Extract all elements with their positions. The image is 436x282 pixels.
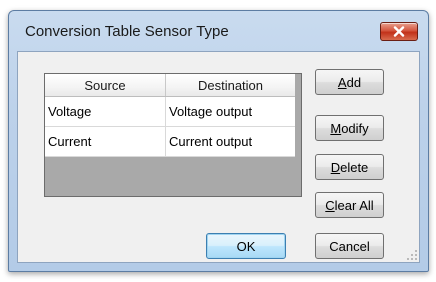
add-button[interactable]: Add (315, 69, 384, 95)
ok-button[interactable]: OK (206, 233, 286, 259)
conversion-table[interactable]: Source Destination Voltage Voltage outpu… (44, 73, 302, 197)
cancel-button[interactable]: Cancel (315, 233, 384, 259)
add-button-accel: A (337, 74, 347, 90)
column-header-source[interactable]: Source (45, 74, 166, 96)
dialog-client-area: Source Destination Voltage Voltage outpu… (17, 51, 420, 263)
clear-all-button-accel: C (325, 197, 335, 213)
clear-all-button-label: lear All (334, 197, 374, 213)
close-icon (393, 26, 405, 37)
modify-button[interactable]: Modify (315, 115, 384, 141)
table-row[interactable]: Current Current output (45, 127, 295, 157)
window-title: Conversion Table Sensor Type (25, 23, 229, 40)
delete-button[interactable]: Delete (315, 154, 384, 180)
delete-button-label: elete (340, 159, 369, 175)
delete-button-accel: D (330, 159, 341, 175)
table-row[interactable]: Voltage Voltage output (45, 97, 295, 127)
column-header-destination[interactable]: Destination (166, 74, 295, 96)
modify-button-accel: M (330, 120, 342, 136)
cell-destination: Voltage output (169, 104, 253, 119)
modify-button-label: odify (341, 120, 369, 136)
cell-source: Voltage (45, 97, 166, 126)
cell-source: Current (45, 127, 166, 156)
title-bar[interactable]: Conversion Table Sensor Type (9, 11, 428, 51)
clear-all-button[interactable]: Clear All (315, 192, 384, 218)
add-button-label: dd (346, 74, 362, 90)
resize-grip-icon[interactable] (407, 250, 417, 260)
table-header: Source Destination (45, 74, 295, 97)
cell-destination: Current output (169, 134, 253, 149)
close-button[interactable] (380, 22, 418, 41)
dialog-window: Conversion Table Sensor Type Source Dest… (8, 10, 429, 272)
